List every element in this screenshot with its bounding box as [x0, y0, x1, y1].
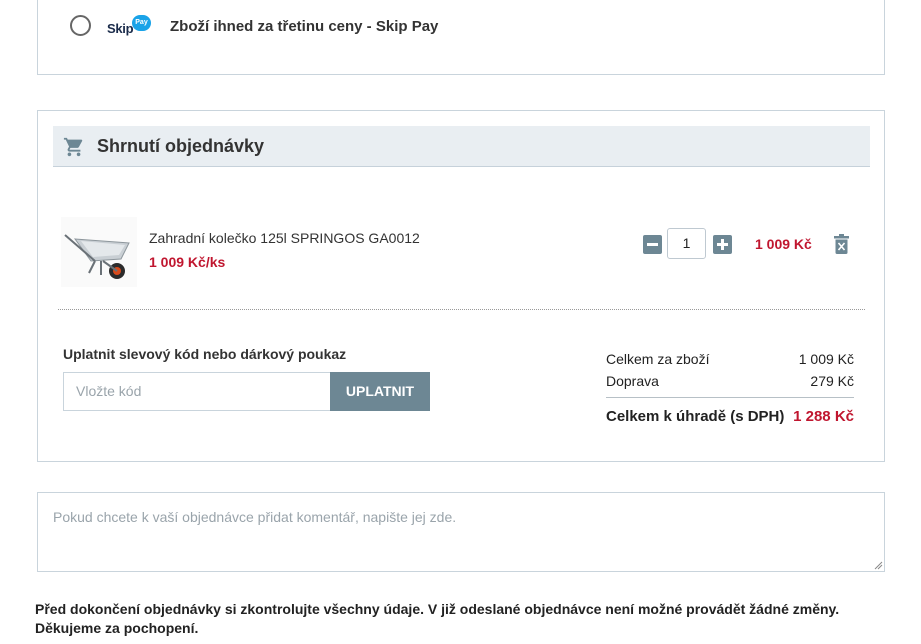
- product-name[interactable]: Zahradní kolečko 125l SPRINGOS GA0012: [149, 230, 420, 246]
- cart-icon: [63, 137, 83, 157]
- coupon-label: Uplatnit slevový kód nebo dárkový poukaz: [63, 346, 347, 362]
- totals-shipping-row: Doprava 279 Kč: [606, 373, 854, 389]
- order-comment-textarea[interactable]: Pokud chcete k vaší objednávce přidat ko…: [37, 492, 885, 572]
- totals-shipping-label: Doprava: [606, 373, 659, 389]
- skip-pay-logo: Skip Pay: [107, 14, 155, 40]
- totals-goods-value: 1 009 Kč: [798, 351, 854, 367]
- order-summary-header: Shrnutí objednávky: [53, 126, 870, 167]
- order-notice: Před dokončení objednávky si zkontrolujt…: [35, 600, 885, 638]
- apply-coupon-button[interactable]: UPLATNIT: [330, 372, 430, 411]
- order-notice-line2: Děkujeme za pochopení.: [35, 620, 199, 636]
- trash-icon[interactable]: [834, 234, 849, 254]
- resize-handle-icon[interactable]: [873, 560, 883, 570]
- order-summary: Shrnutí objednávky Zahradní kolečko 125l…: [37, 110, 885, 462]
- totals-divider: [606, 397, 854, 398]
- skip-pay-logo-text: Skip: [107, 21, 134, 36]
- quantity-increase-button[interactable]: [713, 235, 732, 254]
- skip-pay-logo-bubble: Pay: [132, 15, 151, 31]
- order-summary-title: Shrnutí objednávky: [97, 136, 265, 156]
- totals-grand-label: Celkem k úhradě (s DPH): [606, 408, 785, 425]
- quantity-input[interactable]: 1: [667, 228, 706, 259]
- totals-shipping-value: 279 Kč: [810, 373, 854, 389]
- payment-radio[interactable]: [70, 15, 91, 36]
- product-unit-price: 1 009 Kč/ks: [149, 254, 226, 270]
- item-divider: [58, 309, 865, 310]
- totals-goods-row: Celkem za zboží 1 009 Kč: [606, 351, 854, 367]
- order-notice-line1: Před dokončení objednávky si zkontrolujt…: [35, 601, 840, 617]
- line-total-price: 1 009 Kč: [755, 236, 812, 252]
- product-image[interactable]: [61, 217, 137, 287]
- payment-method-box: Skip Pay Zboží ihned za třetinu ceny - S…: [37, 0, 885, 75]
- totals-grand-row: Celkem k úhradě (s DPH) 1 288 Kč: [606, 408, 854, 425]
- order-comment-placeholder: Pokud chcete k vaší objednávce přidat ko…: [53, 509, 457, 525]
- coupon-code-input[interactable]: Vložte kód: [63, 372, 330, 411]
- totals-grand-value: 1 288 Kč: [793, 408, 854, 425]
- totals-goods-label: Celkem za zboží: [606, 351, 710, 367]
- payment-option-label[interactable]: Zboží ihned za třetinu ceny - Skip Pay: [170, 18, 438, 35]
- quantity-decrease-button[interactable]: [643, 235, 662, 254]
